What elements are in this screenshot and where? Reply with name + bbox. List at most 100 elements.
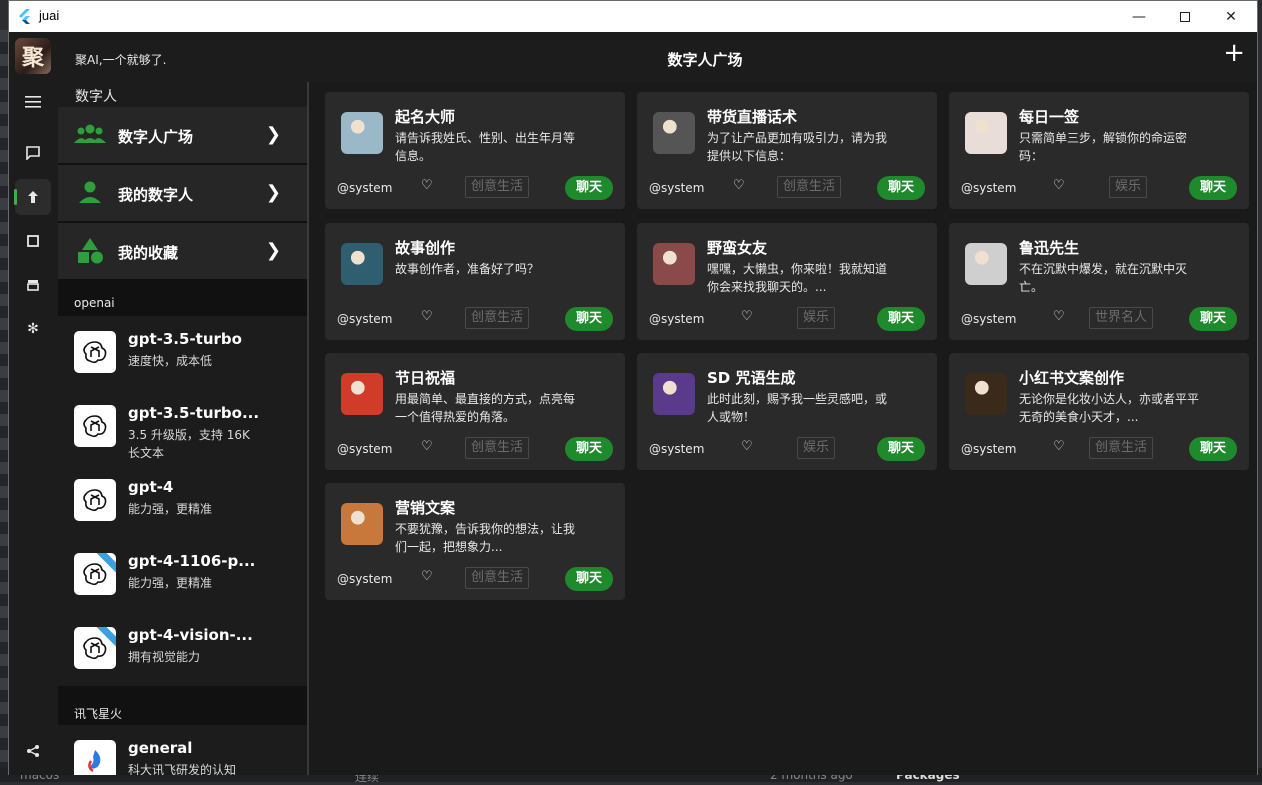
card-avatar: [653, 373, 695, 415]
plus-icon: +: [1223, 38, 1245, 68]
digital-human-card[interactable]: 故事创作 故事创作者，准备好了吗？ @system ♡ 创意生活 聊天: [325, 223, 625, 340]
rail-digital-humans[interactable]: [14, 179, 51, 215]
chat-button[interactable]: 聊天: [1189, 307, 1237, 331]
model-item[interactable]: gpt-3.5-turbo... 3.5 升级版，支持 16K 长文本: [58, 390, 307, 464]
card-title: 每日一签: [1019, 108, 1080, 126]
nav-my-favorites[interactable]: 我的收藏 ❯: [58, 223, 307, 279]
card-author: @system: [649, 312, 705, 326]
card-title: 鲁迅先生: [1019, 239, 1080, 257]
nav-label: 我的数字人: [118, 186, 194, 204]
heart-icon[interactable]: ♡: [421, 569, 433, 584]
chat-button[interactable]: 聊天: [565, 176, 613, 200]
model-description: 能力强，更精准: [128, 576, 213, 590]
card-avatar: [341, 373, 383, 415]
chat-button[interactable]: 聊天: [1189, 437, 1237, 461]
nav-digital-plaza[interactable]: 数字人广场 ❯: [58, 107, 307, 163]
nav-my-digital-humans[interactable]: 我的数字人 ❯: [58, 165, 307, 221]
digital-human-card[interactable]: SD 咒语生成 此时此刻，赐予我一些灵感吧，或人或物！ @system ♡ 娱乐 聊天: [637, 353, 937, 470]
chat-button[interactable]: 聊天: [1189, 176, 1237, 200]
card-grid: 起名大师 请告诉我姓氏、性别、出生年月等信息。 @system ♡ 创意生活 聊天 带货直播…: [309, 82, 1257, 775]
card-author: @system: [961, 312, 1017, 326]
card-author: @system: [649, 181, 705, 195]
rail-settings[interactable]: ✻: [15, 311, 51, 347]
digital-human-card[interactable]: 小红书文案创作 无论你是化妆小达人，亦或者平平无奇的美食小天才，... @syste…: [949, 353, 1249, 470]
openai-logo-icon: [74, 479, 116, 521]
page-title: 数字人广场: [667, 51, 743, 69]
chat-button[interactable]: 聊天: [877, 307, 925, 331]
card-author: @system: [961, 181, 1017, 195]
model-item[interactable]: gpt-4-1106-p... 能力强，更精准: [58, 538, 307, 612]
heart-icon[interactable]: ♡: [1053, 439, 1065, 454]
card-avatar: [653, 243, 695, 285]
rail-square[interactable]: [15, 223, 51, 259]
rail-store[interactable]: [15, 267, 51, 303]
category-tag: 娱乐: [797, 437, 836, 459]
card-description: 不要犹豫，告诉我你的想法，让我们一起，把想象力...: [395, 522, 575, 554]
category-tag: 世界名人: [1089, 307, 1154, 329]
chat-button[interactable]: 聊天: [565, 307, 613, 331]
chevron-right-icon: ❯: [265, 182, 281, 203]
category-tag: 创意生活: [1089, 437, 1154, 459]
card-author: @system: [337, 181, 393, 195]
chat-button[interactable]: 聊天: [565, 567, 613, 591]
menu-icon: [25, 96, 41, 108]
category-tag: 创意生活: [465, 437, 530, 459]
openai-logo-icon: [83, 415, 107, 438]
store-icon: [27, 280, 39, 291]
digital-human-card[interactable]: 野蛮女友 嘿嘿，大懒虫，你来啦！我就知道你会来找我聊天的。... @system ♡ 娱…: [637, 223, 937, 340]
model-item[interactable]: gpt-3.5-turbo 速度快，成本低: [58, 316, 307, 390]
heart-icon[interactable]: ♡: [1053, 178, 1065, 193]
card-author: @system: [649, 442, 705, 456]
model-description: 拥有视觉能力: [128, 650, 201, 664]
chat-button[interactable]: 聊天: [565, 437, 613, 461]
openai-logo-icon: [74, 405, 116, 447]
model-name: gpt-4: [128, 478, 174, 496]
menu-button[interactable]: [15, 84, 51, 120]
nav-label: 我的收藏: [118, 244, 179, 262]
card-description: 不在沉默中爆发，就在沉默中灭亡。: [1019, 262, 1188, 294]
digital-human-card[interactable]: 节日祝福 用最简单、最直接的方式，点亮每一个值得热爱的角落。 @system ♡ 创意生…: [325, 353, 625, 470]
card-avatar: [341, 503, 383, 545]
digital-human-card[interactable]: 起名大师 请告诉我姓氏、性别、出生年月等信息。 @system ♡ 创意生活 聊天: [325, 92, 625, 209]
digital-human-card[interactable]: 营销文案 不要犹豫，告诉我你的想法，让我们一起，把想象力... @system ♡ 创意…: [325, 483, 625, 600]
side-panel: 数字人 数字人广场 ❯ 我的数字人 ❯ 我的收藏 ❯ openai gpt-3.…: [58, 82, 307, 775]
openai-logo-icon: [83, 341, 107, 364]
model-name: gpt-3.5-turbo...: [128, 404, 260, 422]
rail-chat[interactable]: [15, 135, 51, 171]
model-item[interactable]: gpt-4-vision-... 拥有视觉能力: [58, 612, 307, 686]
card-title: 起名大师: [395, 108, 456, 126]
card-author: @system: [961, 442, 1017, 456]
robot-icon: [28, 191, 38, 203]
heart-icon[interactable]: ♡: [421, 309, 433, 324]
heart-icon[interactable]: ♡: [733, 178, 745, 193]
heart-icon[interactable]: ♡: [1053, 309, 1065, 324]
app-bar: 聚 聚AI,一个就够了. 数字人广场 +: [9, 32, 1257, 82]
category-tag: 创意生活: [465, 176, 530, 198]
digital-human-card[interactable]: 鲁迅先生不在沉默中爆发，就在沉默中灭亡。 @system ♡ 世界名人 聊天: [949, 223, 1249, 340]
model-item[interactable]: general 科大讯飞研发的认知: [58, 725, 307, 775]
digital-human-card[interactable]: 带货直播话术 为了让产品更加有吸引力，请为我提供以下信息： @system ♡ 创意生活…: [637, 92, 937, 209]
digital-human-card[interactable]: 每日一签 只需简单三步，解锁你的命运密码： @system ♡ 娱乐 聊天: [949, 92, 1249, 209]
heart-icon[interactable]: ♡: [741, 309, 753, 324]
close-button[interactable]: ✕: [1208, 1, 1254, 32]
card-avatar: [965, 243, 1007, 285]
add-button[interactable]: +: [1223, 40, 1245, 66]
rail-share[interactable]: [15, 733, 51, 769]
maximize-button[interactable]: [1162, 1, 1208, 32]
minimize-button[interactable]: —: [1116, 1, 1162, 32]
settings-icon: ✻: [27, 321, 39, 337]
section-title: 数字人: [75, 89, 117, 105]
chat-button[interactable]: 聊天: [877, 437, 925, 461]
category-tag: 娱乐: [1109, 176, 1148, 198]
model-description: 能力强，更精准: [128, 502, 213, 516]
heart-icon[interactable]: ♡: [421, 178, 433, 193]
chat-button[interactable]: 聊天: [877, 176, 925, 200]
minimize-icon: —: [1132, 8, 1146, 25]
model-description: 速度快，成本低: [128, 354, 213, 368]
heart-icon[interactable]: ♡: [741, 439, 753, 454]
share-icon: [27, 745, 39, 757]
model-item[interactable]: gpt-4 能力强，更精准: [58, 464, 307, 538]
heart-icon[interactable]: ♡: [421, 439, 433, 454]
section-header: 讯飞星火: [58, 699, 307, 725]
model-name: gpt-4-vision-...: [128, 626, 253, 644]
